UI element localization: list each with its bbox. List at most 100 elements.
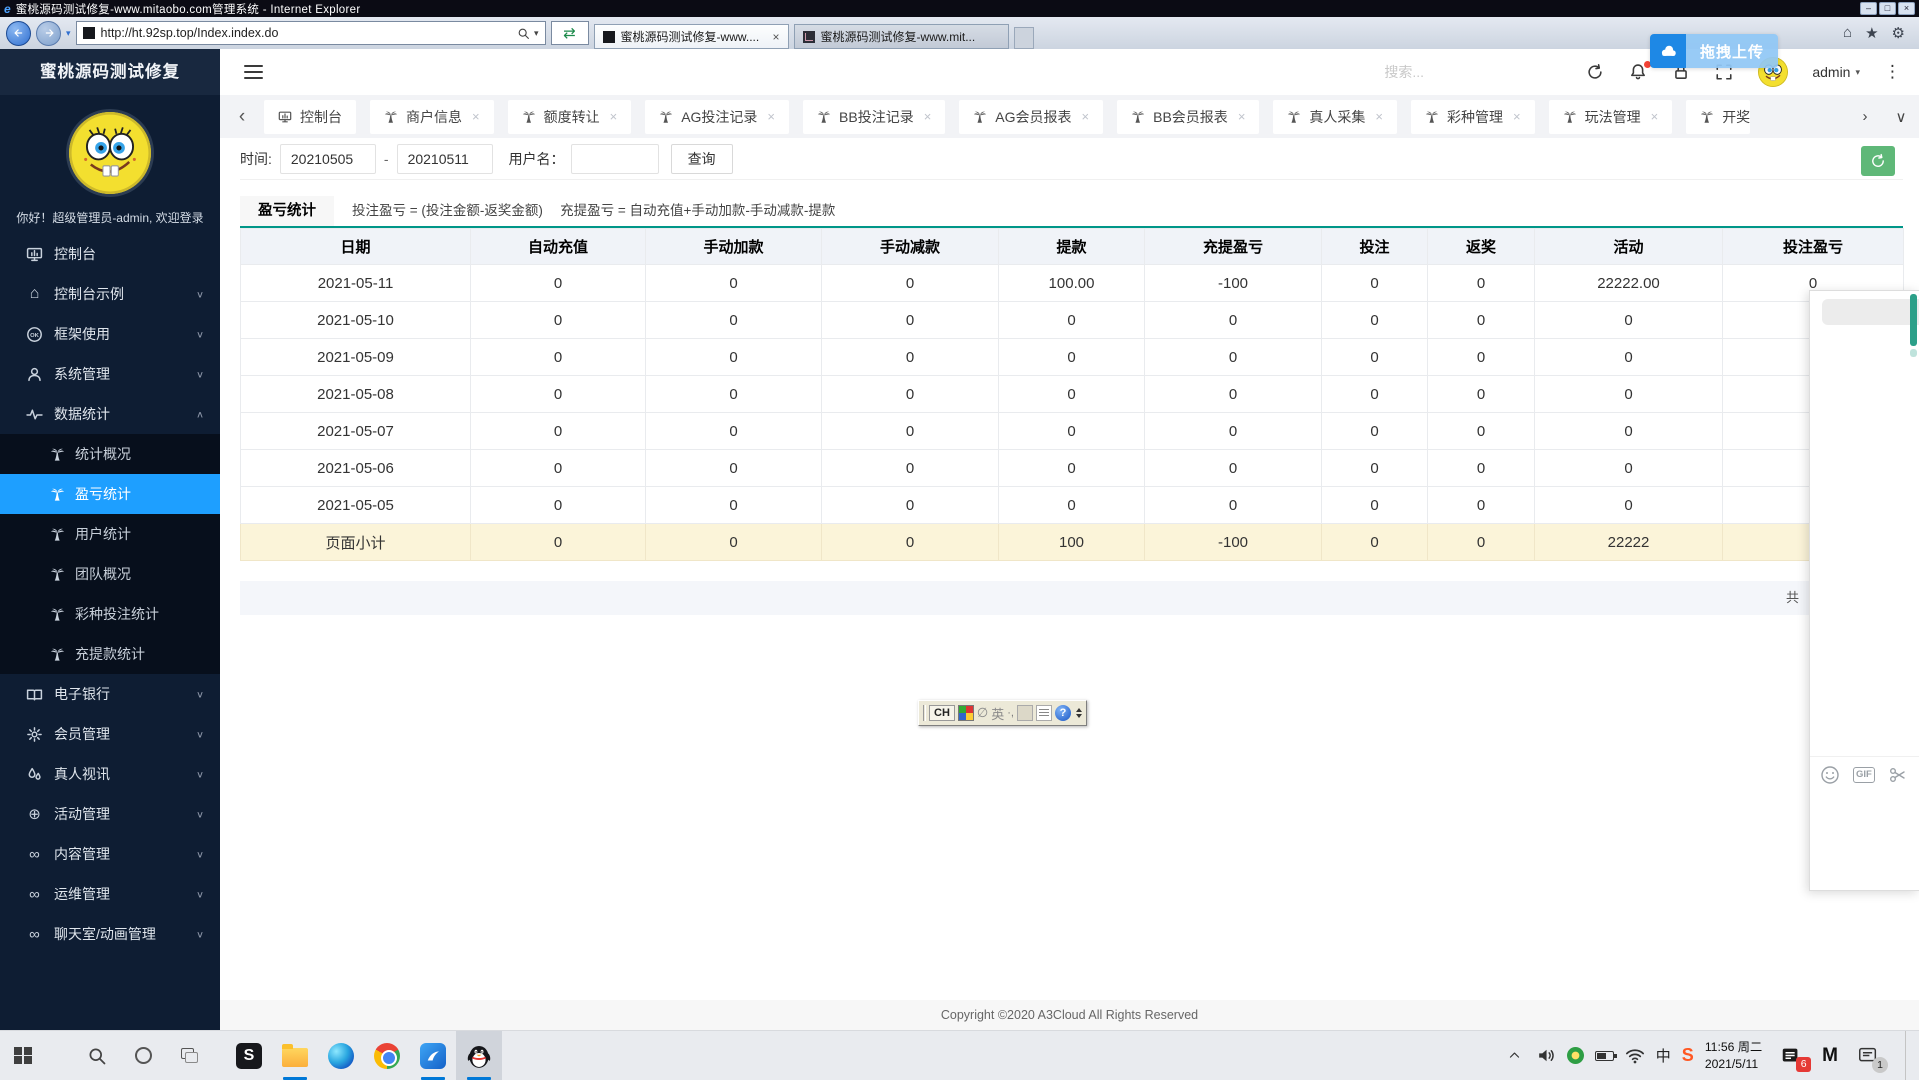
prohibit-icon[interactable]: ∅ [977, 705, 988, 721]
close-icon[interactable]: × [924, 109, 932, 124]
close-button[interactable]: × [1898, 2, 1915, 15]
chrome-button[interactable] [364, 1031, 410, 1080]
ime-punctuation-toggle[interactable]: ·, [1007, 707, 1014, 719]
sidebar-item-2[interactable]: OK 框架使用 ∨ [0, 314, 220, 354]
edge-button[interactable] [318, 1031, 364, 1080]
sidebar-subitem-1[interactable]: 盈亏统计 [0, 474, 220, 514]
compatibility-button[interactable]: ⇄ [550, 21, 589, 45]
maximize-button[interactable]: □ [1879, 2, 1896, 15]
sidebar-subitem-4[interactable]: 彩种投注统计 [0, 594, 220, 634]
favorites-star-icon[interactable]: ★ [1865, 24, 1878, 42]
taskbar-clock[interactable]: 11:56 周二 2021/5/11 [1705, 1039, 1762, 1072]
content-tab-5[interactable]: AG会员报表 × [959, 99, 1104, 134]
battery-icon[interactable] [1594, 1050, 1617, 1061]
volume-icon[interactable] [1536, 1046, 1556, 1066]
drag-handle[interactable] [923, 705, 926, 721]
close-icon[interactable]: × [610, 109, 618, 124]
help-icon[interactable]: ? [1054, 705, 1071, 721]
sidebar-item-4[interactable]: 数据统计 ∧ [0, 394, 220, 434]
content-tab-9[interactable]: 玩法管理 × [1548, 99, 1673, 134]
close-icon[interactable]: × [1513, 109, 1521, 124]
more-menu-icon[interactable]: ⋮ [1884, 62, 1901, 82]
sidebar-subitem-2[interactable]: 用户统计 [0, 514, 220, 554]
sidebar-item-11[interactable]: ∞ 聊天室/动画管理 ∨ [0, 914, 220, 954]
user-menu[interactable]: admin ▾ [1812, 64, 1860, 80]
browser-tab-2[interactable]: 蜜桃源码测试修复-www.mit... [793, 24, 1009, 49]
sidebar-item-0[interactable]: 控制台 [0, 234, 220, 274]
ime-input-method-icon[interactable] [957, 705, 974, 721]
tabs-scroll-right-icon[interactable]: › [1847, 108, 1883, 125]
scrollbar-thumb[interactable] [1910, 294, 1917, 346]
tray-expand-icon[interactable] [1505, 1046, 1525, 1066]
content-tab-8[interactable]: 彩种管理 × [1411, 99, 1535, 134]
cortana-button[interactable] [120, 1031, 166, 1080]
date-to-input[interactable] [396, 143, 493, 174]
start-button[interactable] [0, 1031, 46, 1080]
ime-language-bar[interactable]: CH ∅ 英 ·, ? [918, 700, 1087, 726]
content-tab-3[interactable]: AG投注记录 × [645, 99, 790, 134]
sidebar-item-7[interactable]: 真人视讯 ∨ [0, 754, 220, 794]
forward-button[interactable] [36, 20, 61, 46]
notification-center-icon[interactable]: 1 [1856, 1044, 1888, 1073]
content-tab-7[interactable]: 真人采集 × [1273, 99, 1397, 134]
file-explorer-button[interactable] [272, 1031, 318, 1080]
settings-gear-icon[interactable]: ⚙ [1892, 24, 1905, 42]
content-tab-10[interactable]: 开奖 [1686, 99, 1751, 134]
sidebar-item-6[interactable]: 会员管理 ∨ [0, 714, 220, 754]
close-icon[interactable]: × [1375, 109, 1383, 124]
scrollbar-track[interactable] [1910, 349, 1917, 357]
task-view-button[interactable] [166, 1031, 212, 1080]
content-tab-6[interactable]: BB会员报表 × [1117, 99, 1260, 134]
search-icon[interactable] [517, 27, 530, 40]
sidebar-item-8[interactable]: ⊕ 活动管理 ∨ [0, 794, 220, 834]
query-button[interactable]: 查询 [670, 143, 733, 174]
ime-notepad-icon[interactable] [1035, 705, 1052, 721]
close-icon[interactable]: × [767, 109, 775, 124]
tab-close-icon[interactable]: × [773, 30, 780, 44]
username-input[interactable] [570, 143, 659, 174]
ime-softkeyboard-icon[interactable] [1016, 705, 1033, 721]
new-tab-button[interactable] [1013, 27, 1034, 49]
tabs-scroll-left-icon[interactable]: ‹ [220, 106, 264, 128]
tab-profit-stats[interactable]: 盈亏统计 [240, 196, 334, 226]
close-icon[interactable]: × [472, 109, 480, 124]
smiley-icon[interactable] [1820, 765, 1840, 785]
scissors-icon[interactable] [1888, 765, 1908, 785]
sidebar-subitem-3[interactable]: 团队概况 [0, 554, 220, 594]
antivirus-tray-icon[interactable] [1566, 1047, 1584, 1064]
minimize-button[interactable]: – [1860, 2, 1877, 15]
avatar[interactable] [66, 109, 154, 197]
ime-english-toggle[interactable]: 英 [991, 704, 1004, 723]
close-icon[interactable]: × [1082, 109, 1090, 124]
sidebar-item-9[interactable]: ∞ 内容管理 ∨ [0, 834, 220, 874]
ime-lang-button[interactable]: CH [929, 705, 955, 721]
content-tab-4[interactable]: BB投注记录 × [803, 99, 946, 134]
sidebar-item-1[interactable]: ⌂ 控制台示例 ∨ [0, 274, 220, 314]
refresh-button[interactable] [1861, 146, 1895, 176]
hamburger-icon[interactable] [244, 65, 263, 79]
sidebar-subitem-0[interactable]: 统计概况 [0, 434, 220, 474]
search-input[interactable] [1384, 64, 1535, 80]
url-text[interactable]: http://ht.92sp.top/Index.index.do [101, 26, 511, 40]
home-icon[interactable]: ⌂ [1843, 24, 1852, 42]
close-icon[interactable]: × [1651, 109, 1659, 124]
sidebar-item-3[interactable]: 系统管理 ∨ [0, 354, 220, 394]
taskbar-search-button[interactable] [74, 1031, 120, 1080]
tim-app-button[interactable] [410, 1031, 456, 1080]
bell-icon[interactable] [1629, 60, 1652, 82]
content-tab-2[interactable]: 额度转让 × [507, 99, 632, 134]
ime-mode-indicator[interactable]: 中 [1656, 1045, 1671, 1066]
m-app-tray-icon[interactable]: M [1822, 1045, 1838, 1067]
sogou-tray-icon[interactable]: S [1682, 1045, 1694, 1066]
sidebar-item-5[interactable]: 电子银行 ∨ [0, 674, 220, 714]
tabs-dropdown-icon[interactable]: ∨ [1883, 108, 1919, 126]
content-tab-0[interactable]: 控制台 [264, 99, 356, 134]
sogou-app-button[interactable]: S [226, 1031, 272, 1080]
sidebar-subitem-5[interactable]: 充提款统计 [0, 634, 220, 674]
content-tab-1[interactable]: 商户信息 × [370, 99, 494, 134]
sidebar-item-10[interactable]: ∞ 运维管理 ∨ [0, 874, 220, 914]
gif-button[interactable]: GIF [1853, 767, 1875, 783]
qq-app-button[interactable] [456, 1030, 502, 1080]
browser-tab-1[interactable]: 蜜桃源码测试修复-www.... × [593, 24, 789, 49]
show-desktop-button[interactable] [1905, 1030, 1911, 1080]
